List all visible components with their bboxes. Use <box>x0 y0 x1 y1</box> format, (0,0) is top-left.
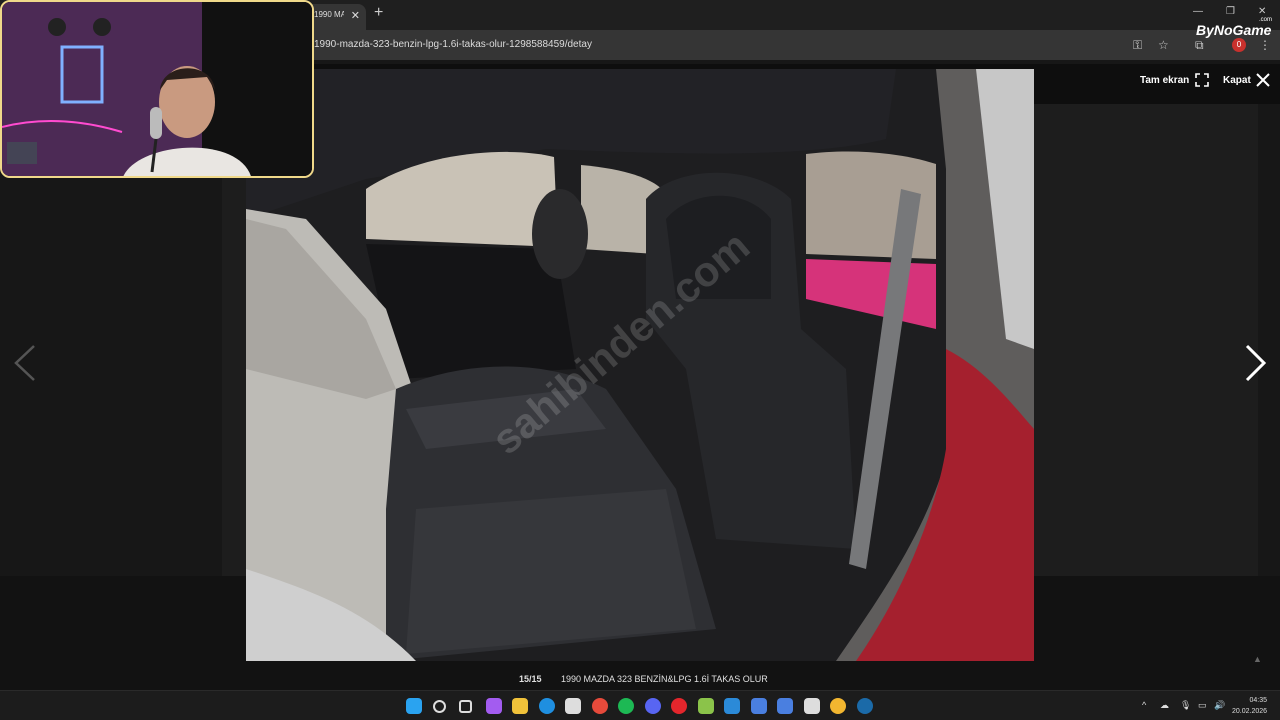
extension-badge[interactable]: 0 <box>1232 38 1246 52</box>
brand-logo: ByNoGame <box>1196 22 1272 38</box>
url-text[interactable]: 1990-mazda-323-benzin-lpg-1.6i-takas-olu… <box>314 39 592 50</box>
brand-logo-suffix: .com <box>1259 17 1273 23</box>
fullscreen-label: Tam ekran <box>1140 74 1190 86</box>
file-explorer-icon[interactable] <box>512 698 528 714</box>
window-close-button[interactable]: ✕ <box>1258 6 1266 17</box>
tray-chevron-icon[interactable]: ^ <box>1142 700 1146 710</box>
discord-icon[interactable] <box>644 698 661 714</box>
restore-button[interactable]: ❐ <box>1226 6 1235 17</box>
onedrive-icon[interactable]: ☁ <box>1160 700 1169 711</box>
system-clock[interactable]: 04:35 20.02.2026 <box>1232 695 1267 717</box>
browser-menu-icon[interactable]: ⋮ <box>1259 38 1271 52</box>
store-icon[interactable] <box>565 698 581 714</box>
listing-title: 1990 MAZDA 323 BENZİN&LPG 1.6İ TAKAS OLU… <box>561 674 768 684</box>
opera-icon[interactable] <box>671 698 687 714</box>
next-photo-arrow-icon[interactable] <box>1244 344 1268 382</box>
clock-time: 04:35 <box>1249 697 1268 704</box>
app-icon[interactable] <box>697 698 714 714</box>
tab-close-icon[interactable]: ✕ <box>351 9 360 22</box>
spotify-icon[interactable] <box>618 698 634 714</box>
photo-caption: 15/15 1990 MAZDA 323 BENZİN&LPG 1.6İ TAK… <box>0 674 1280 690</box>
password-key-icon[interactable]: ⚿ <box>1133 38 1142 53</box>
close-label: Kapat <box>1223 74 1251 86</box>
streamer-webcam-image <box>2 2 312 176</box>
copilot-icon[interactable] <box>485 698 502 714</box>
close-icon <box>1256 73 1270 87</box>
chrome-icon[interactable] <box>830 698 846 714</box>
webcam-overlay <box>0 0 314 178</box>
listing-photo: sahibinden.com <box>246 69 1034 661</box>
search-icon[interactable] <box>432 700 446 713</box>
network-icon[interactable]: ▭ <box>1198 700 1207 711</box>
app-icon[interactable] <box>777 698 793 714</box>
browser-tab[interactable]: 1990 MA ✕ <box>306 4 366 30</box>
task-view-icon[interactable] <box>459 700 472 713</box>
windows-taskbar: ^ ☁ 🎙 ▭ 🔊 04:35 20.02.2026 <box>0 690 1280 720</box>
microphone-icon[interactable]: 🎙 <box>1180 700 1191 711</box>
fullscreen-button[interactable]: Tam ekran <box>1140 72 1210 88</box>
extensions-icon[interactable]: ⧉ <box>1195 38 1204 53</box>
windows-start-icon[interactable] <box>406 698 422 714</box>
steam-icon[interactable] <box>856 698 873 714</box>
vscode-icon[interactable] <box>724 698 740 714</box>
app-icon[interactable] <box>750 698 767 714</box>
car-interior-image <box>246 69 1034 661</box>
edge-icon[interactable] <box>538 698 555 714</box>
previous-photo-arrow-icon[interactable] <box>12 344 38 382</box>
new-tab-button[interactable]: + <box>374 4 383 22</box>
obs-icon[interactable] <box>803 698 820 714</box>
close-gallery-button[interactable]: Kapat <box>1223 72 1270 88</box>
minimize-button[interactable]: — <box>1193 6 1203 17</box>
photo-counter: 15/15 <box>519 674 542 684</box>
scroll-top-icon[interactable]: ▲ <box>1253 654 1262 664</box>
volume-icon[interactable]: 🔊 <box>1214 700 1225 711</box>
fullscreen-icon <box>1195 73 1210 87</box>
bookmark-star-icon[interactable]: ☆ <box>1158 38 1169 52</box>
clock-date: 20.02.2026 <box>1232 708 1268 715</box>
tab-title: 1990 MA <box>314 10 344 19</box>
chrome-icon[interactable] <box>591 698 608 714</box>
